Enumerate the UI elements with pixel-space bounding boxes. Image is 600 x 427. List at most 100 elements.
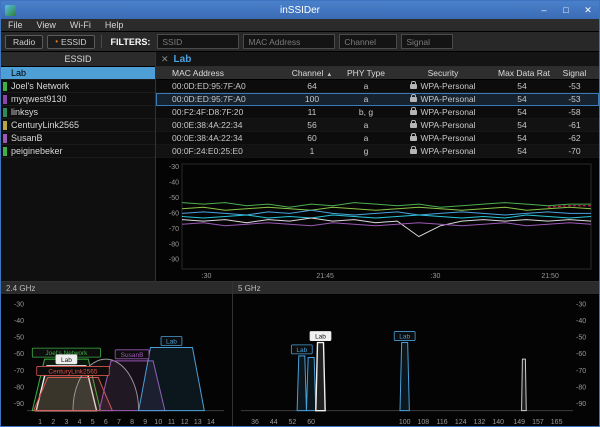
- sidebar-item-lab[interactable]: Lab: [1, 67, 155, 80]
- menu-view[interactable]: View: [30, 19, 63, 32]
- sidebar-item-peiginebeker[interactable]: peiginebeker: [1, 145, 155, 158]
- svg-text:-70: -70: [576, 368, 586, 375]
- svg-text:-90: -90: [169, 257, 179, 264]
- title-bar: inSSIDer – □ ✕: [1, 1, 599, 19]
- cell-security: WPA-Personal: [420, 81, 475, 91]
- network-name: Lab: [11, 68, 26, 78]
- spectrum-panel-5ghz: 5 GHz -30-40-50-60-70-80-903644526010010…: [233, 282, 599, 426]
- filter-toolbar: Radio • ESSID FILTERS:: [1, 32, 599, 52]
- table-row[interactable]: 00:0E:38:4A:22:34 56 a WPA-Personal 54 -…: [156, 119, 599, 132]
- sort-arrow-icon: ▲: [326, 72, 332, 78]
- svg-text:8: 8: [130, 419, 134, 426]
- lock-icon: [410, 149, 417, 154]
- col-security[interactable]: Security: [392, 68, 494, 78]
- svg-text:7: 7: [117, 419, 121, 426]
- svg-text::30: :30: [431, 273, 441, 280]
- app-icon: [5, 5, 16, 16]
- svg-text:-50: -50: [14, 335, 24, 342]
- menu-file[interactable]: File: [1, 19, 30, 32]
- svg-text:3: 3: [64, 419, 68, 426]
- svg-text:Lab: Lab: [166, 339, 177, 346]
- svg-text:4: 4: [78, 419, 82, 426]
- svg-text:Lab: Lab: [315, 334, 326, 341]
- cell-security: WPA-Personal: [420, 107, 475, 117]
- svg-text:-90: -90: [576, 401, 586, 408]
- col-phy-type[interactable]: PHY Type: [340, 68, 392, 78]
- col-max-data-rate[interactable]: Max Data Rate: [494, 68, 550, 78]
- cell-phy: a: [340, 133, 392, 143]
- svg-text:60: 60: [307, 419, 315, 426]
- svg-text:-30: -30: [576, 301, 586, 308]
- table-row[interactable]: 00:0D:ED:95:7F:A0 100 a WPA-Personal 54 …: [156, 93, 599, 106]
- svg-text:1: 1: [38, 419, 42, 426]
- lock-icon: [410, 136, 417, 141]
- cell-rate: 54: [494, 94, 550, 104]
- table-row[interactable]: 00:0F:24:E0:25:E0 1 g WPA-Personal 54 -7…: [156, 145, 599, 158]
- time-chart-svg: -30-40-50-60-70-80-90:3021:45:3021:50: [156, 158, 599, 281]
- menu-wifi[interactable]: Wi-Fi: [63, 19, 98, 32]
- svg-text:10: 10: [154, 419, 162, 426]
- col-mac-address[interactable]: MAC Address: [168, 68, 284, 78]
- table-row[interactable]: 00:0E:38:4A:22:34 60 a WPA-Personal 54 -…: [156, 132, 599, 145]
- cell-phy: b, g: [340, 107, 392, 117]
- essid-toggle-button[interactable]: • ESSID: [47, 35, 94, 49]
- sidebar-item-centurylink2565[interactable]: CenturyLink2565: [1, 119, 155, 132]
- spectrum-24ghz-svg: -30-40-50-60-70-80-901234567891011121314…: [1, 295, 232, 426]
- svg-text:11: 11: [168, 419, 175, 426]
- cell-channel: 1: [284, 146, 340, 156]
- cell-phy: a: [340, 94, 392, 104]
- network-name: SusanB: [11, 133, 43, 143]
- svg-text::30: :30: [202, 273, 212, 280]
- cell-phy: g: [340, 146, 392, 156]
- sidebar-header: ESSID: [1, 52, 155, 67]
- svg-text:21:50: 21:50: [541, 273, 559, 280]
- tab-close-icon[interactable]: ✕: [161, 54, 169, 65]
- sidebar-item-myqwest9130[interactable]: myqwest9130: [1, 93, 155, 106]
- table-row[interactable]: 00:0D:ED:95:7F:A0 64 a WPA-Personal 54 -…: [156, 80, 599, 93]
- ap-table: 00:0D:ED:95:7F:A0 64 a WPA-Personal 54 -…: [156, 80, 599, 158]
- svg-text:-60: -60: [14, 351, 24, 358]
- svg-text:-50: -50: [169, 195, 179, 202]
- cell-mac: 00:F2:4F:D8:7F:20: [168, 107, 284, 117]
- svg-text:13: 13: [194, 419, 202, 426]
- cell-phy: a: [340, 120, 392, 130]
- cell-rate: 54: [494, 120, 550, 130]
- col-signal[interactable]: Signal: [550, 68, 599, 78]
- svg-text:124: 124: [455, 419, 467, 426]
- svg-text:Lab: Lab: [61, 357, 72, 364]
- cell-phy: a: [340, 81, 392, 91]
- sidebar-item-linksys[interactable]: linksys: [1, 106, 155, 119]
- spectrum-5ghz-svg: -30-40-50-60-70-80-903644526010010811612…: [233, 295, 599, 426]
- svg-text:-30: -30: [169, 164, 179, 171]
- minimize-button[interactable]: –: [533, 1, 555, 19]
- maximize-button[interactable]: □: [555, 1, 577, 19]
- mac-filter-input[interactable]: [243, 34, 335, 49]
- radio-toggle-button[interactable]: Radio: [5, 35, 43, 49]
- svg-text:6: 6: [104, 419, 108, 426]
- cell-security: WPA-Personal: [420, 120, 475, 130]
- ssid-filter-input[interactable]: [157, 34, 239, 49]
- tab-lab[interactable]: Lab: [174, 54, 192, 65]
- svg-text:52: 52: [289, 419, 297, 426]
- svg-text:21:45: 21:45: [316, 273, 334, 280]
- sidebar-item-joels-network[interactable]: Joel's Network: [1, 80, 155, 93]
- table-row[interactable]: 00:F2:4F:D8:7F:20 11 b, g WPA-Personal 5…: [156, 106, 599, 119]
- svg-text:-90: -90: [14, 401, 24, 408]
- svg-text:140: 140: [492, 419, 504, 426]
- sidebar-item-susanb[interactable]: SusanB: [1, 132, 155, 145]
- tab-bar: ✕ Lab: [156, 52, 599, 67]
- signal-filter-input[interactable]: [401, 34, 453, 49]
- cell-rate: 54: [494, 81, 550, 91]
- svg-text:-80: -80: [14, 384, 24, 391]
- menu-help[interactable]: Help: [98, 19, 131, 32]
- cell-rate: 54: [494, 146, 550, 156]
- svg-text:-40: -40: [169, 180, 179, 187]
- close-button[interactable]: ✕: [577, 1, 599, 19]
- network-color-chip: [3, 134, 7, 143]
- channel-filter-input[interactable]: [339, 34, 397, 49]
- cell-security: WPA-Personal: [420, 146, 475, 156]
- col-channel[interactable]: Channel▲: [284, 68, 340, 78]
- svg-text:-60: -60: [169, 210, 179, 217]
- cell-channel: 60: [284, 133, 340, 143]
- main-panel: ✕ Lab MAC Address Channel▲ PHY Type Secu…: [156, 52, 599, 281]
